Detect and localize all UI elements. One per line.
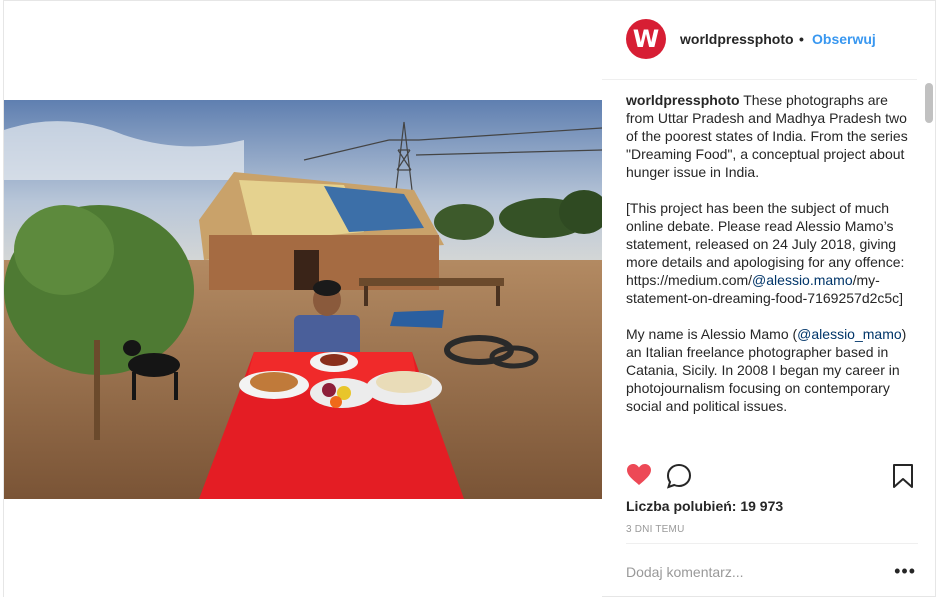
bookmark-icon[interactable] — [892, 463, 920, 491]
instagram-post: W worldpressphoto • Obserwuj worldpressp… — [3, 0, 937, 598]
separator-dot: • — [799, 31, 804, 47]
caption-scrollbar[interactable] — [925, 79, 933, 459]
follow-button[interactable]: Obserwuj — [812, 31, 876, 47]
likes-count[interactable]: Liczba polubień: 19 973 — [626, 498, 783, 514]
more-icon[interactable]: ••• — [894, 562, 916, 580]
post-header: W worldpressphoto • Obserwuj — [602, 1, 917, 80]
avatar[interactable]: W — [626, 19, 666, 59]
heart-icon[interactable] — [626, 463, 654, 491]
caption: worldpressphoto These photographs are fr… — [626, 91, 911, 455]
comment-bar: ••• — [626, 543, 918, 599]
post-timestamp[interactable]: 3 DNI TEMU — [626, 524, 685, 535]
photo-pane — [4, 1, 602, 598]
username-link[interactable]: worldpressphoto — [680, 31, 794, 47]
caption-mention-link[interactable]: @alessio.mamo — [752, 272, 853, 288]
caption-username[interactable]: worldpressphoto — [626, 92, 740, 108]
scrollbar-thumb[interactable] — [925, 83, 933, 123]
comment-icon[interactable] — [666, 463, 694, 491]
avatar-letter: W — [632, 25, 660, 53]
post-photo[interactable] — [4, 100, 602, 499]
action-bar — [626, 463, 918, 493]
photo-image — [4, 100, 602, 499]
caption-text: These photographs are from Uttar Pradesh… — [626, 92, 908, 288]
post-sidebar: W worldpressphoto • Obserwuj worldpressp… — [602, 1, 937, 598]
comment-input[interactable] — [626, 562, 866, 582]
caption-mention-link-2[interactable]: @alessio_mamo — [797, 326, 901, 342]
